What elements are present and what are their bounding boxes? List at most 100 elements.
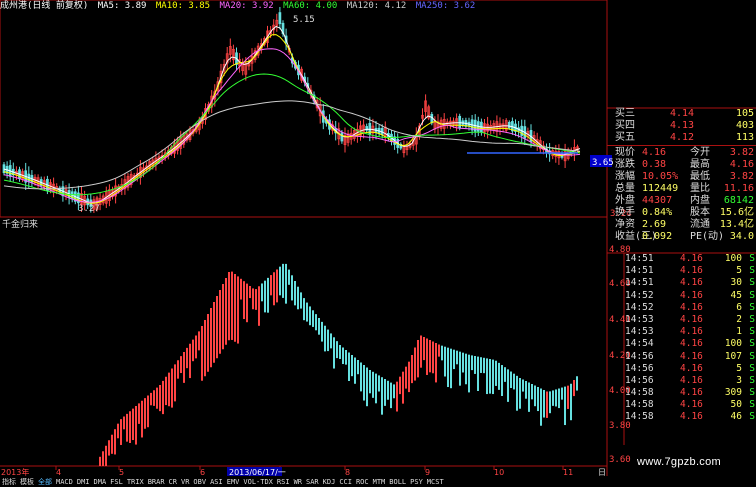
indicator-tab[interactable]: ASI: [208, 477, 225, 487]
tick-price: 4.16: [680, 350, 703, 362]
indicator-tab[interactable]: BOLL: [387, 477, 408, 487]
ma60-value: MA60: 4.00: [283, 1, 338, 11]
tick-time: 14:53: [625, 313, 654, 325]
tick-side: S: [749, 350, 755, 362]
crosshair-date-label: 2013/06/17/一: [229, 468, 286, 477]
quote-value: 0.38: [642, 159, 667, 170]
quote-value: 3.82: [729, 147, 754, 158]
quote-value: 0.84%: [642, 207, 673, 218]
tick-price: 4.16: [680, 411, 703, 423]
tick-row[interactable]: 14:53 4.16 1 S: [624, 326, 756, 338]
indicator-tab[interactable]: 指标: [0, 477, 18, 487]
x-axis-ticks: [55, 466, 564, 470]
stock-title[interactable]: 成州港(日线 前复权): [0, 1, 88, 11]
tick-time: 14:53: [625, 326, 654, 338]
bid-label: 买四: [615, 120, 635, 131]
tick-volume: 100: [724, 253, 742, 264]
indicator-tab[interactable]: CCI: [337, 477, 354, 487]
indicator-tab[interactable]: MTM: [371, 477, 388, 487]
indicator-tab[interactable]: CR: [167, 477, 179, 487]
tick-row[interactable]: 14:56 4.16 5 S: [624, 363, 756, 375]
tick-list[interactable]: 14:51 4.16 100 S 14:51 4.16 5 S 14:51 4.16 30 S 14:5…: [624, 253, 756, 424]
tick-volume: 30: [730, 277, 742, 289]
tick-side: S: [749, 399, 755, 411]
indicator-tab[interactable]: KDJ: [321, 477, 338, 487]
tick-row[interactable]: 14:52 4.16 45 S: [624, 290, 756, 302]
indicator-tabs: 指标 模板 全部 MACD DMI DMA FSL TRIX BRAR CR VR OBV ASI EMV…: [0, 477, 756, 487]
bid-label: 买五: [615, 132, 635, 143]
tick-side: S: [749, 301, 755, 313]
indicator-tab[interactable]: VOL-TDX: [241, 477, 275, 487]
indicator-tab[interactable]: PSY: [408, 477, 425, 487]
candlestick-series: [2, 6, 579, 213]
tick-row[interactable]: 14:56 4.16 107 S: [624, 351, 756, 363]
indicator-tab[interactable]: WR: [292, 477, 304, 487]
tick-volume: 50: [730, 399, 742, 411]
indicator-tab[interactable]: TRIX: [125, 477, 146, 487]
quote-label: 最低: [690, 171, 710, 182]
bid-row: 买五 4.12 113: [612, 132, 756, 144]
xaxis-label: 10: [494, 468, 504, 477]
quote-value: 0.092: [642, 231, 673, 242]
tick-row[interactable]: 14:51 4.16 30 S: [624, 277, 756, 289]
tick-row[interactable]: 14:58 4.16 50 S: [624, 399, 756, 411]
indicator-tab[interactable]: 全部: [36, 477, 54, 487]
tick-volume: 100: [724, 338, 742, 350]
quote-value: 15.6亿: [719, 207, 754, 218]
ma10-value: MA10: 3.85: [155, 1, 211, 11]
quote-label: 股本: [690, 207, 710, 218]
quote-row: 换手 0.84% 股本 15.6亿: [612, 207, 756, 219]
tick-row[interactable]: 14:52 4.16 6 S: [624, 302, 756, 314]
indicator-tab[interactable]: FSL: [108, 477, 125, 487]
bid-price: 4.12: [670, 132, 695, 143]
tick-volume: 5: [736, 265, 742, 277]
period-label[interactable]: 日: [598, 468, 606, 477]
quote-value: 3.82: [729, 171, 754, 182]
indicator-tab[interactable]: DMI: [75, 477, 92, 487]
indicator-tab[interactable]: MACD: [54, 477, 75, 487]
tick-row[interactable]: 14:54 4.16 100 S: [624, 338, 756, 350]
quote-row: 涨幅 10.05% 最低 3.82: [612, 171, 756, 183]
xaxis-label: 2013年: [1, 467, 29, 477]
tick-row[interactable]: 14:56 4.16 3 S: [624, 375, 756, 387]
indicator-tab[interactable]: EMV: [225, 477, 242, 487]
tick-time: 14:56: [625, 362, 654, 374]
tick-row[interactable]: 14:51 4.16 5 S: [624, 265, 756, 277]
bid-volume: 105: [735, 108, 754, 119]
quote-stats: 现价 4.16 今开 3.82 涨跌 0.38 最高 4.16 涨幅 10.05% 最低 3.82 总量…: [612, 147, 756, 243]
indicator-tab[interactable]: MCST: [425, 477, 446, 487]
price-panel-frame: [0, 0, 608, 218]
tick-row[interactable]: 14:58 4.16 309 S: [624, 387, 756, 399]
tick-price: 4.16: [680, 265, 703, 277]
watermark-text: www.7gpzb.com: [637, 456, 721, 468]
tick-price: 4.16: [680, 253, 703, 264]
indicator-tab[interactable]: OBV: [191, 477, 208, 487]
tick-volume: 107: [724, 350, 742, 362]
high-price-label: 5.15: [293, 15, 315, 25]
indicator-tab[interactable]: ROC: [354, 477, 371, 487]
tick-row[interactable]: 14:53 4.16 2 S: [624, 314, 756, 326]
tick-row[interactable]: 14:58 4.16 46 S: [624, 411, 756, 423]
candle-body: [340, 132, 344, 142]
tick-row[interactable]: 14:51 4.16 100 S: [624, 253, 756, 265]
xaxis-label: 5: [119, 468, 124, 477]
ma-line: [3, 25, 581, 204]
quote-value: 68142: [723, 195, 754, 206]
indicator-tab[interactable]: SAR: [304, 477, 321, 487]
bid-volume: 403: [735, 120, 754, 131]
indicator-tab[interactable]: VR: [179, 477, 191, 487]
tick-time: 14:52: [625, 289, 654, 301]
tick-volume: 2: [736, 313, 742, 325]
indicator-tab[interactable]: DMA: [92, 477, 109, 487]
quote-label: 现价: [615, 147, 635, 158]
tick-time: 14:58: [625, 411, 654, 423]
quote-label: 量比: [690, 183, 710, 194]
indicator-axis-label: 3.60: [609, 455, 631, 465]
xaxis-label: 9: [425, 468, 430, 477]
moving-average-lines: [3, 25, 581, 204]
indicator-tab[interactable]: 模板: [18, 477, 36, 487]
indicator-tab[interactable]: RSI: [275, 477, 292, 487]
indicator-tab[interactable]: BRAR: [146, 477, 167, 487]
tick-side: S: [749, 374, 755, 386]
tick-time: 14:56: [625, 350, 654, 362]
